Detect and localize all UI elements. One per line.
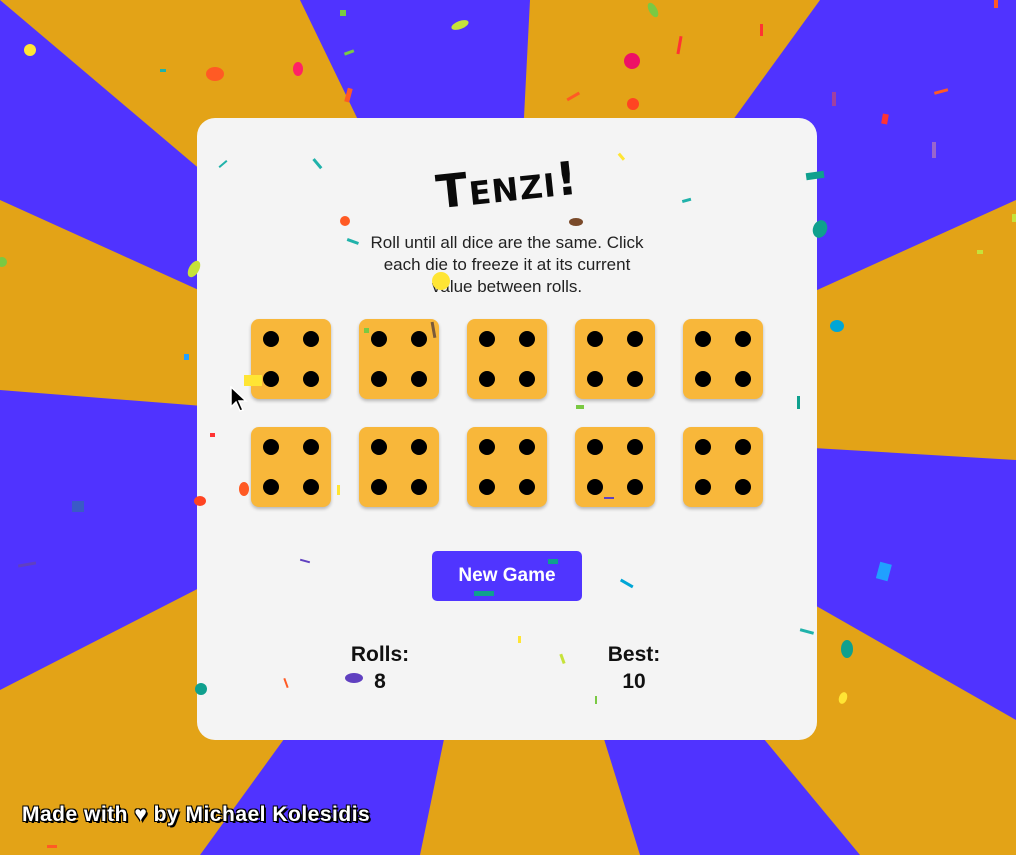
- pip: [263, 331, 279, 347]
- game-card: Tenzi! Roll until all dice are the same.…: [197, 118, 817, 740]
- pip: [735, 371, 751, 387]
- pip: [695, 439, 711, 455]
- pip: [479, 439, 495, 455]
- die-7[interactable]: [359, 427, 439, 507]
- die-6[interactable]: [251, 427, 331, 507]
- footer-credit: Made with ♥ by Michael Kolesidis: [22, 803, 371, 826]
- game-instructions: Roll until all dice are the same. Click …: [370, 233, 644, 296]
- pip: [735, 439, 751, 455]
- die-10[interactable]: [683, 427, 763, 507]
- pip: [627, 371, 643, 387]
- pip: [263, 479, 279, 495]
- game-title: Tenzi!: [433, 150, 581, 220]
- pip: [303, 371, 319, 387]
- pip: [627, 331, 643, 347]
- pip: [695, 371, 711, 387]
- pip: [627, 479, 643, 495]
- pip: [263, 439, 279, 455]
- pip: [587, 331, 603, 347]
- pip: [303, 479, 319, 495]
- rolls-value: 8: [374, 670, 386, 693]
- die-2[interactable]: [359, 319, 439, 399]
- pip: [371, 439, 387, 455]
- pip: [371, 371, 387, 387]
- pip: [695, 479, 711, 495]
- die-1[interactable]: [251, 319, 331, 399]
- mouse-cursor-icon: [230, 386, 248, 412]
- pip: [371, 479, 387, 495]
- pip: [303, 439, 319, 455]
- pip: [519, 439, 535, 455]
- pip: [411, 439, 427, 455]
- pip: [587, 371, 603, 387]
- pip: [411, 331, 427, 347]
- pip: [519, 331, 535, 347]
- pip: [519, 479, 535, 495]
- rolls-label: Rolls:: [350, 643, 410, 666]
- die-4[interactable]: [575, 319, 655, 399]
- pip: [411, 371, 427, 387]
- rolls-stat: Rolls: 8: [345, 641, 415, 695]
- pip: [735, 479, 751, 495]
- pip: [695, 331, 711, 347]
- dice-grid: [251, 319, 763, 507]
- die-9[interactable]: [575, 427, 655, 507]
- pip: [411, 479, 427, 495]
- die-3[interactable]: [467, 319, 547, 399]
- pip: [587, 479, 603, 495]
- die-5[interactable]: [683, 319, 763, 399]
- pip: [303, 331, 319, 347]
- pip: [479, 479, 495, 495]
- pip: [735, 331, 751, 347]
- die-8[interactable]: [467, 427, 547, 507]
- pip: [263, 371, 279, 387]
- pip: [371, 331, 387, 347]
- pip: [627, 439, 643, 455]
- pip: [479, 371, 495, 387]
- pip: [479, 331, 495, 347]
- best-value: 10: [622, 670, 646, 693]
- pip: [587, 439, 603, 455]
- pip: [519, 371, 535, 387]
- best-stat: Best: 10: [599, 641, 669, 695]
- best-label: Best:: [607, 643, 661, 666]
- new-game-button[interactable]: New Game: [432, 551, 582, 601]
